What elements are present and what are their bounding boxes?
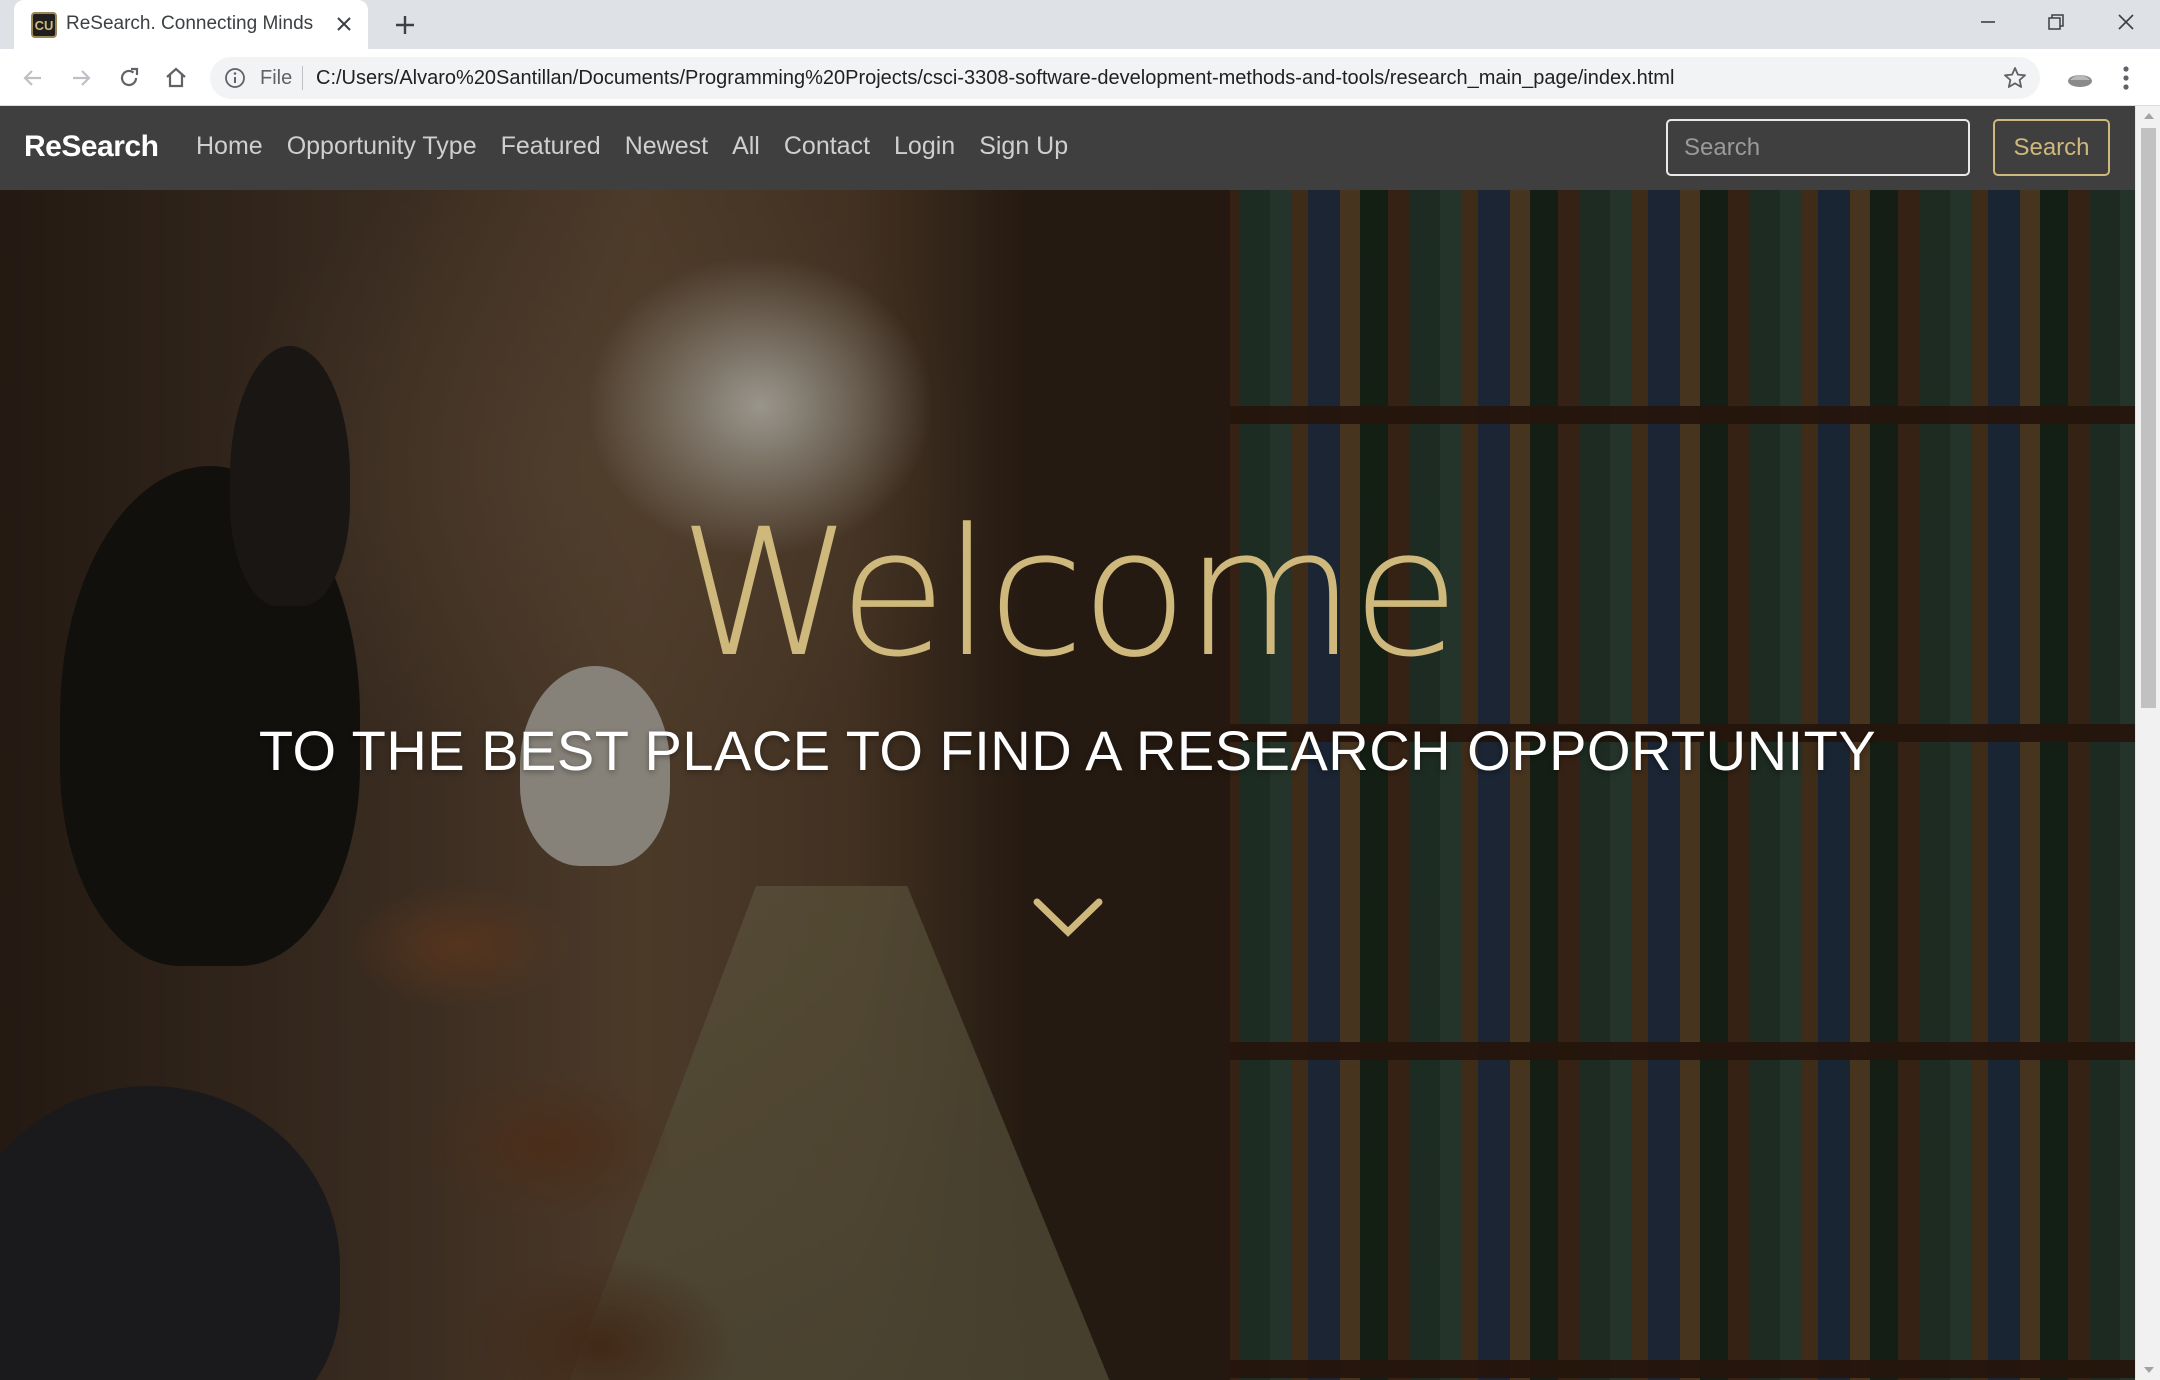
nav-link-opportunity-type[interactable]: Opportunity Type	[287, 132, 477, 161]
star-icon[interactable]	[2002, 65, 2028, 91]
restore-icon[interactable]	[2022, 0, 2090, 44]
nav-link-home[interactable]: Home	[196, 132, 263, 161]
browser-tab[interactable]: CU ReSearch. Connecting Minds	[14, 0, 368, 49]
plus-icon[interactable]	[390, 10, 420, 40]
scheme-label: File	[260, 67, 293, 89]
page-viewport: ReSearch Home Opportunity Type Featured …	[0, 106, 2135, 1380]
scroll-up-arrow-icon[interactable]	[2136, 106, 2160, 126]
nav-link-login[interactable]: Login	[894, 132, 955, 161]
scrollbar[interactable]	[2135, 106, 2160, 1380]
divider	[302, 66, 303, 90]
url-text[interactable]: C:/Users/Alvaro%20Santillan/Documents/Pr…	[316, 67, 1674, 90]
browser-toolbar: File C:/Users/Alvaro%20Santillan/Documen…	[0, 49, 2160, 106]
nav-links: Home Opportunity Type Featured Newest Al…	[196, 132, 1068, 161]
favicon-icon: CU	[31, 12, 57, 38]
site-navbar: ReSearch Home Opportunity Type Featured …	[0, 106, 2135, 190]
close-window-icon[interactable]	[2092, 0, 2160, 44]
minimize-icon[interactable]	[1954, 0, 2022, 44]
home-icon[interactable]	[159, 61, 193, 95]
menu-dots-icon[interactable]	[2112, 62, 2140, 94]
brand-logo[interactable]: ReSearch	[24, 130, 159, 164]
scroll-down-arrow-icon[interactable]	[2136, 1360, 2160, 1380]
back-arrow-icon[interactable]	[16, 61, 50, 95]
forward-arrow-icon[interactable]	[64, 61, 98, 95]
chevron-down-icon[interactable]	[1033, 896, 1103, 940]
nav-link-contact[interactable]: Contact	[784, 132, 870, 161]
hero-subtitle: TO THE BEST PLACE TO FIND A RESEARCH OPP…	[258, 719, 1877, 782]
address-bar[interactable]: File C:/Users/Alvaro%20Santillan/Documen…	[210, 57, 2040, 99]
reload-icon[interactable]	[112, 61, 146, 95]
info-icon[interactable]	[224, 67, 246, 89]
nav-link-all[interactable]: All	[732, 132, 760, 161]
tab-title: ReSearch. Connecting Minds	[66, 13, 314, 34]
extension-icon[interactable]	[2064, 62, 2096, 94]
nav-link-sign-up[interactable]: Sign Up	[979, 132, 1068, 161]
search-button[interactable]: Search	[1993, 119, 2110, 176]
scroll-thumb[interactable]	[2141, 128, 2156, 708]
nav-link-featured[interactable]: Featured	[501, 132, 601, 161]
welcome-heading: Welcome	[678, 491, 1460, 696]
search-input[interactable]	[1666, 119, 1970, 176]
tab-strip: CU ReSearch. Connecting Minds	[0, 0, 2160, 49]
nav-link-newest[interactable]: Newest	[625, 132, 708, 161]
close-icon[interactable]	[332, 12, 356, 36]
